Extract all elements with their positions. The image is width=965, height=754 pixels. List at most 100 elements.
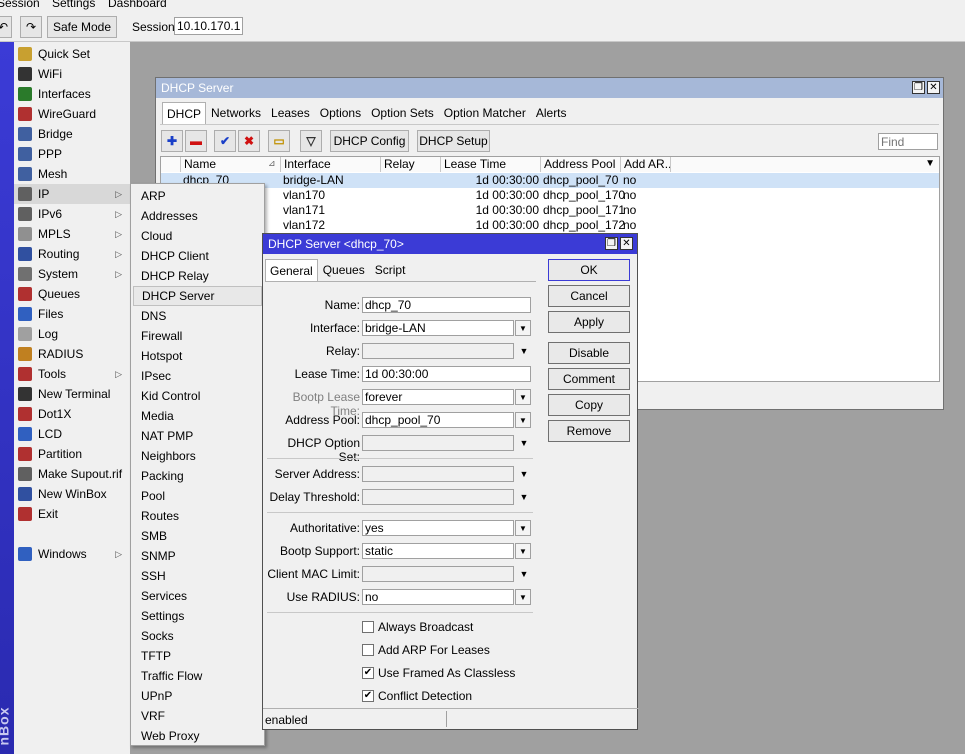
- sidebar-item-queues[interactable]: Queues: [14, 284, 130, 304]
- checkbox-conflict-detection[interactable]: ✔: [362, 690, 374, 702]
- ip-submenu-item-ipsec[interactable]: IPsec: [133, 366, 262, 386]
- redo-button[interactable]: ↷: [20, 16, 42, 38]
- ip-submenu-item-tftp[interactable]: TFTP: [133, 646, 262, 666]
- filter-icon[interactable]: ▽: [300, 130, 322, 152]
- col-lease-time[interactable]: Lease Time: [441, 157, 541, 172]
- chevron-down-icon[interactable]: ▼: [517, 467, 531, 481]
- checkbox-always-broadcast[interactable]: [362, 621, 374, 633]
- checkbox-use-framed-as-classless[interactable]: ✔: [362, 667, 374, 679]
- ip-submenu-item-vrf[interactable]: VRF: [133, 706, 262, 726]
- menu-session[interactable]: Session: [0, 0, 40, 10]
- tab-leases[interactable]: Leases: [266, 102, 315, 124]
- tab-queues[interactable]: Queues: [318, 259, 370, 281]
- enable-icon[interactable]: ✔: [214, 130, 236, 152]
- table-row[interactable]: vlan171 1d 00:30:00 dhcp_pool_171 no: [161, 203, 939, 218]
- restore-icon[interactable]: ❐: [605, 237, 618, 250]
- ip-submenu-item-dns[interactable]: DNS: [133, 306, 262, 326]
- interface-field[interactable]: bridge-LAN: [362, 320, 514, 336]
- add-icon[interactable]: ✚: [161, 130, 183, 152]
- col-name[interactable]: Name: [181, 157, 281, 172]
- tab-dhcp[interactable]: DHCP: [162, 102, 207, 124]
- relay-field[interactable]: [362, 343, 514, 359]
- undo-button[interactable]: ↶: [0, 16, 12, 38]
- tab-general[interactable]: General: [265, 259, 318, 281]
- checkbox-add-arp-for-leases[interactable]: [362, 644, 374, 656]
- ip-submenu-item-web-proxy[interactable]: Web Proxy: [133, 726, 262, 746]
- ip-submenu-item-services[interactable]: Services: [133, 586, 262, 606]
- sidebar-item-exit[interactable]: Exit: [14, 504, 130, 524]
- ip-submenu-item-dhcp-server[interactable]: DHCP Server: [133, 286, 262, 306]
- ip-submenu-item-packing[interactable]: Packing: [133, 466, 262, 486]
- chevron-down-icon[interactable]: ▼: [515, 412, 531, 428]
- apply-button[interactable]: Apply: [548, 311, 630, 333]
- ip-submenu-item-snmp[interactable]: SNMP: [133, 546, 262, 566]
- use-radius-field[interactable]: no: [362, 589, 514, 605]
- sidebar-item-ip[interactable]: IP ▷: [14, 184, 130, 204]
- tab-alerts[interactable]: Alerts: [531, 102, 572, 124]
- ip-submenu-item-kid-control[interactable]: Kid Control: [133, 386, 262, 406]
- table-row[interactable]: dhcp_70 bridge-LAN 1d 00:30:00 dhcp_pool_70…: [161, 173, 939, 188]
- ip-submenu-item-ssh[interactable]: SSH: [133, 566, 262, 586]
- chevron-down-icon[interactable]: ▼: [515, 543, 531, 559]
- tab-options[interactable]: Options: [315, 102, 366, 124]
- ip-submenu-item-socks[interactable]: Socks: [133, 626, 262, 646]
- col-interface[interactable]: Interface: [281, 157, 381, 172]
- close-icon[interactable]: ✕: [620, 237, 633, 250]
- ip-submenu-item-neighbors[interactable]: Neighbors: [133, 446, 262, 466]
- name-field[interactable]: dhcp_70: [362, 297, 531, 313]
- tab-script[interactable]: Script: [370, 259, 411, 281]
- col-address-pool[interactable]: Address Pool: [541, 157, 621, 172]
- menu-settings[interactable]: Settings: [52, 0, 95, 10]
- ip-submenu-item-cloud[interactable]: Cloud: [133, 226, 262, 246]
- lease-time-field[interactable]: 1d 00:30:00: [362, 366, 531, 382]
- sidebar-item-quick-set[interactable]: Quick Set: [14, 44, 130, 64]
- tab-option-sets[interactable]: Option Sets: [366, 102, 439, 124]
- client-mac-limit-field[interactable]: [362, 566, 514, 582]
- sidebar-item-ipv6[interactable]: IPv6 ▷: [14, 204, 130, 224]
- ok-button[interactable]: OK: [548, 259, 630, 281]
- safe-mode-button[interactable]: Safe Mode: [47, 16, 117, 38]
- sidebar-item-ppp[interactable]: PPP: [14, 144, 130, 164]
- session-field[interactable]: 10.10.170.1: [174, 17, 244, 35]
- ip-submenu-item-nat-pmp[interactable]: NAT PMP: [133, 426, 262, 446]
- ip-submenu-item-smb[interactable]: SMB: [133, 526, 262, 546]
- sidebar-item-interfaces[interactable]: Interfaces: [14, 84, 130, 104]
- dhcp-config-button[interactable]: DHCP Config: [330, 130, 409, 152]
- dhcp-window-titlebar[interactable]: DHCP Server ❐ ✕: [156, 78, 943, 98]
- column-menu-icon[interactable]: ▼: [925, 158, 935, 169]
- sidebar-item-mesh[interactable]: Mesh: [14, 164, 130, 184]
- sidebar-item-make-supout-rif[interactable]: Make Supout.rif: [14, 464, 130, 484]
- chevron-down-icon[interactable]: ▼: [515, 520, 531, 536]
- table-row[interactable]: vlan172 1d 00:30:00 dhcp_pool_172 no: [161, 218, 939, 233]
- chevron-down-icon[interactable]: ▼: [517, 344, 531, 358]
- bootp-support-field[interactable]: static: [362, 543, 514, 559]
- sidebar-item-tools[interactable]: Tools ▷: [14, 364, 130, 384]
- comment-button[interactable]: Comment: [548, 368, 630, 390]
- sidebar-item-routing[interactable]: Routing ▷: [14, 244, 130, 264]
- ip-submenu-item-media[interactable]: Media: [133, 406, 262, 426]
- ip-submenu-item-settings[interactable]: Settings: [133, 606, 262, 626]
- chevron-down-icon[interactable]: ▼: [517, 490, 531, 504]
- sidebar-item-bridge[interactable]: Bridge: [14, 124, 130, 144]
- bootp-lease-time-field[interactable]: forever: [362, 389, 514, 405]
- authoritative-field[interactable]: yes: [362, 520, 514, 536]
- chevron-down-icon[interactable]: ▼: [515, 389, 531, 405]
- ip-submenu-item-traffic-flow[interactable]: Traffic Flow: [133, 666, 262, 686]
- tab-networks[interactable]: Networks: [206, 102, 266, 124]
- remove-button[interactable]: Remove: [548, 420, 630, 442]
- ip-submenu-item-dhcp-relay[interactable]: DHCP Relay: [133, 266, 262, 286]
- edit-dialog-titlebar[interactable]: DHCP Server <dhcp_70> ❐ ✕: [263, 234, 637, 254]
- sidebar-item-dot1x[interactable]: Dot1X: [14, 404, 130, 424]
- find-input[interactable]: [878, 133, 938, 150]
- disable-button[interactable]: Disable: [548, 342, 630, 364]
- ip-submenu-item-firewall[interactable]: Firewall: [133, 326, 262, 346]
- restore-icon[interactable]: ❐: [912, 81, 925, 94]
- menu-dashboard[interactable]: Dashboard: [108, 0, 167, 10]
- dhcp-option-set-field[interactable]: [362, 435, 514, 451]
- chevron-down-icon[interactable]: ▼: [515, 589, 531, 605]
- dhcp-setup-button[interactable]: DHCP Setup: [417, 130, 490, 152]
- sidebar-item-new-winbox[interactable]: New WinBox: [14, 484, 130, 504]
- ip-submenu-item-pool[interactable]: Pool: [133, 486, 262, 506]
- ip-submenu-item-upnp[interactable]: UPnP: [133, 686, 262, 706]
- ip-submenu-item-routes[interactable]: Routes: [133, 506, 262, 526]
